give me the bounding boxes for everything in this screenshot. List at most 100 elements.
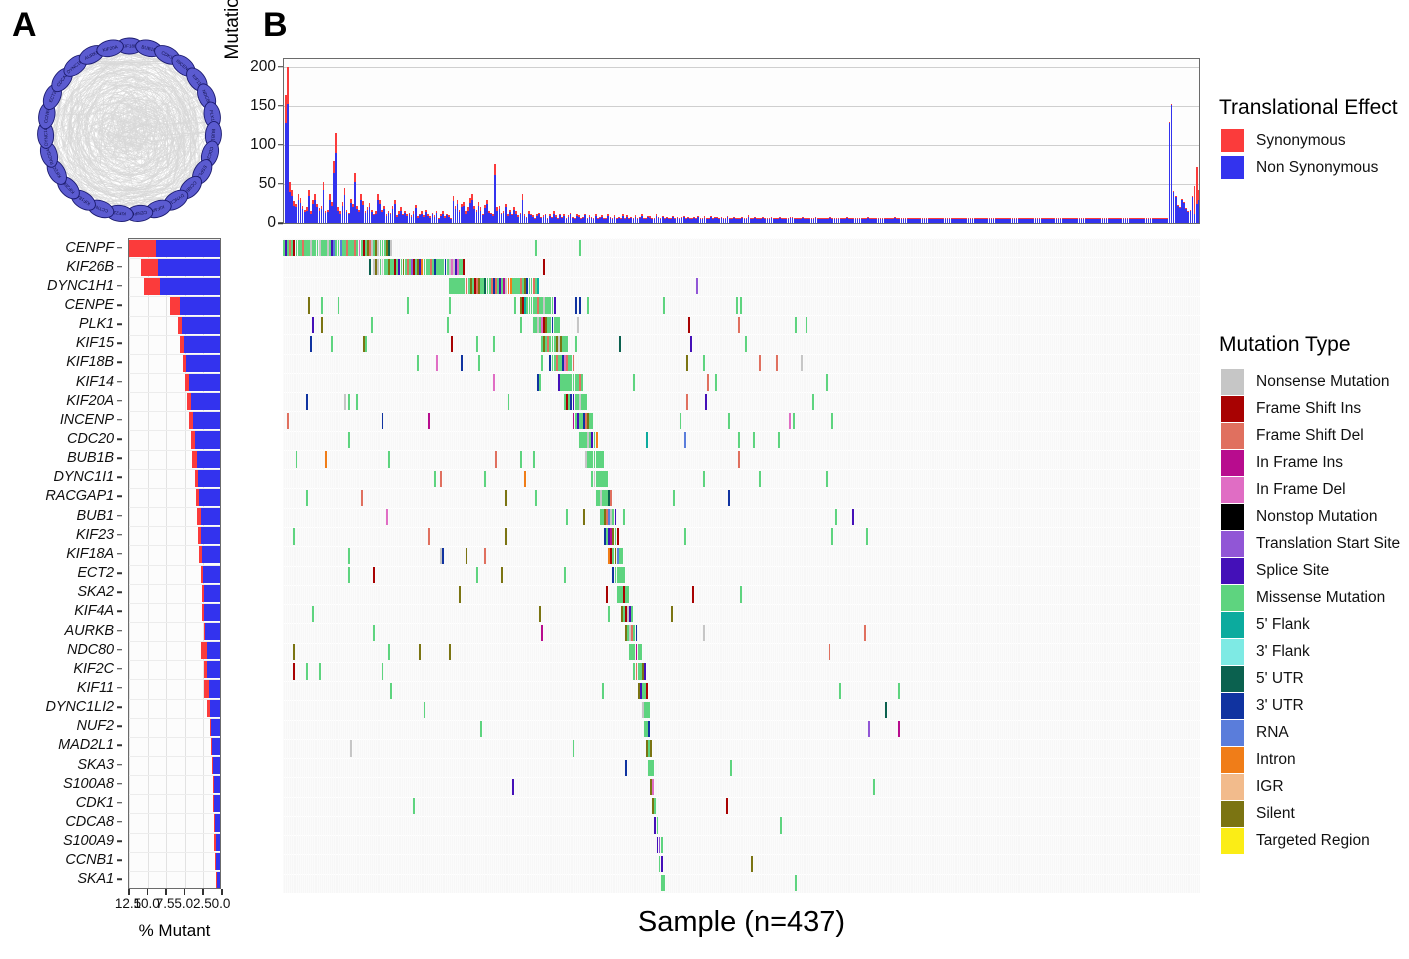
oncoplot-cell bbox=[753, 432, 755, 449]
oncoplot-colline bbox=[461, 238, 463, 893]
percent-mutant-bar bbox=[129, 814, 220, 832]
oncoplot-cell bbox=[738, 316, 741, 333]
oncoplot-colline bbox=[629, 238, 631, 893]
oncoplot-colline bbox=[1158, 238, 1160, 893]
oncoplot-colline bbox=[1126, 238, 1128, 893]
oncoplot-cell bbox=[614, 509, 617, 526]
gene-label: KIF14 bbox=[75, 373, 114, 390]
legend-item: 5' Flank bbox=[1221, 611, 1400, 638]
gene-label: NDC80 bbox=[66, 641, 114, 658]
legend-label: Splice Site bbox=[1256, 561, 1330, 579]
oncoplot-colline bbox=[455, 238, 457, 893]
oncoplot-cell bbox=[507, 393, 510, 410]
oncoplot-colline bbox=[343, 238, 345, 893]
oncoplot-cell bbox=[631, 605, 634, 622]
oncoplot-colline bbox=[434, 238, 436, 893]
legend-swatch bbox=[1221, 719, 1244, 746]
oncoplot-colline bbox=[818, 238, 820, 893]
oncoplot-cell bbox=[574, 297, 577, 314]
oncoplot-colline bbox=[505, 238, 507, 893]
oncoplot-colline bbox=[524, 238, 526, 893]
oncoplot-colline bbox=[761, 238, 763, 893]
oncoplot-cell bbox=[534, 239, 537, 256]
gene-axis-tick bbox=[117, 629, 122, 632]
oncoplot-cell bbox=[555, 316, 558, 333]
oncoplot-cell bbox=[583, 509, 585, 526]
percent-mutant-bar bbox=[129, 316, 220, 334]
oncoplot-colline bbox=[1134, 238, 1136, 893]
oncoplot-cell bbox=[536, 374, 539, 391]
oncoplot-colline bbox=[440, 238, 442, 893]
oncoplot-colline bbox=[799, 238, 801, 893]
legend-label: Nonstop Mutation bbox=[1256, 507, 1378, 525]
oncoplot-cell bbox=[387, 644, 390, 661]
oncoplot-cell bbox=[406, 297, 409, 314]
oncoplot-colline bbox=[868, 238, 870, 893]
oncoplot-colline bbox=[604, 238, 606, 893]
oncoplot-cell bbox=[390, 682, 392, 699]
legend-item: Targeted Region bbox=[1221, 827, 1400, 854]
oncoplot-cell bbox=[839, 682, 841, 699]
oncoplot-colline bbox=[1143, 238, 1145, 893]
oncoplot-cell bbox=[585, 393, 588, 410]
figure-root: A B KIF18B BUB1B CDK1 INCENP KIF11 NDC80 PLK1 B… bbox=[0, 0, 1409, 959]
oncoplot-colline bbox=[1011, 238, 1013, 893]
oncoplot-colline bbox=[1057, 238, 1059, 893]
oncoplot-colline bbox=[788, 238, 790, 893]
non-synonymous-segment bbox=[212, 756, 220, 775]
oncoplot-colline bbox=[843, 238, 845, 893]
percent-mutant-axis-tick-label: 5.0 bbox=[174, 896, 194, 911]
oncoplot-cell bbox=[505, 489, 508, 507]
oncoplot-colline bbox=[1139, 238, 1141, 893]
oncoplot-cell bbox=[780, 817, 783, 834]
legend-item: IGR bbox=[1221, 773, 1400, 800]
oncoplot-colline bbox=[469, 238, 471, 893]
non-synonymous-segment bbox=[183, 335, 220, 353]
oncoplot-colline bbox=[400, 238, 402, 893]
oncoplot-colline bbox=[1023, 238, 1025, 893]
percent-mutant-bar bbox=[129, 488, 220, 507]
oncoplot-colline bbox=[1061, 238, 1063, 893]
oncoplot-colline bbox=[811, 238, 813, 893]
oncoplot-cell bbox=[390, 239, 392, 256]
gene-label: KIF18B bbox=[66, 354, 114, 371]
percent-mutant-axis-tick-label: 7.5 bbox=[155, 896, 175, 911]
oncoplot-cell bbox=[643, 663, 646, 680]
oncoplot-colline bbox=[763, 238, 765, 893]
oncoplot-cell bbox=[476, 335, 478, 353]
non-synonymous-segment bbox=[202, 546, 220, 564]
synonymous-segment bbox=[196, 488, 200, 507]
oncoplot-colline bbox=[732, 238, 734, 893]
oncoplot-cell bbox=[541, 355, 543, 372]
oncoplot-colline bbox=[958, 238, 960, 893]
oncoplot-colline bbox=[862, 238, 864, 893]
oncoplot-colline bbox=[1046, 238, 1048, 893]
oncoplot-colline bbox=[952, 238, 954, 893]
oncoplot-colline bbox=[996, 238, 998, 893]
oncoplot-colline bbox=[1130, 238, 1132, 893]
oncoplot-colline bbox=[413, 238, 415, 893]
gene-axis-tick bbox=[117, 802, 122, 804]
oncoplot-colline bbox=[920, 238, 922, 893]
legend-label: Intron bbox=[1256, 750, 1296, 768]
oncoplot-colline bbox=[1137, 238, 1139, 893]
legend-swatch bbox=[1221, 746, 1244, 773]
oncoplot-colline bbox=[360, 238, 362, 893]
percent-mutant-bar bbox=[129, 297, 220, 315]
percent-mutant-bar bbox=[129, 259, 220, 277]
oncoplot-cell bbox=[740, 297, 743, 314]
oncoplot-colline bbox=[583, 238, 585, 893]
svg-text:BUB1: BUB1 bbox=[210, 129, 216, 142]
percent-mutant-bar bbox=[129, 469, 220, 487]
percent-mutant-axis-tick bbox=[202, 889, 204, 895]
oncoplot-colline bbox=[463, 238, 465, 893]
percent-mutant-bar bbox=[129, 833, 220, 851]
legend-item: 3' UTR bbox=[1221, 692, 1400, 719]
oncoplot-colline bbox=[459, 238, 461, 893]
non-synonymous-segment bbox=[214, 795, 220, 813]
gene-axis-tick bbox=[117, 859, 122, 862]
oncoplot-colline bbox=[985, 238, 987, 893]
gene-label: SKA3 bbox=[77, 756, 114, 773]
synonymous-segment bbox=[185, 374, 189, 392]
oncoplot-cell bbox=[702, 470, 705, 487]
